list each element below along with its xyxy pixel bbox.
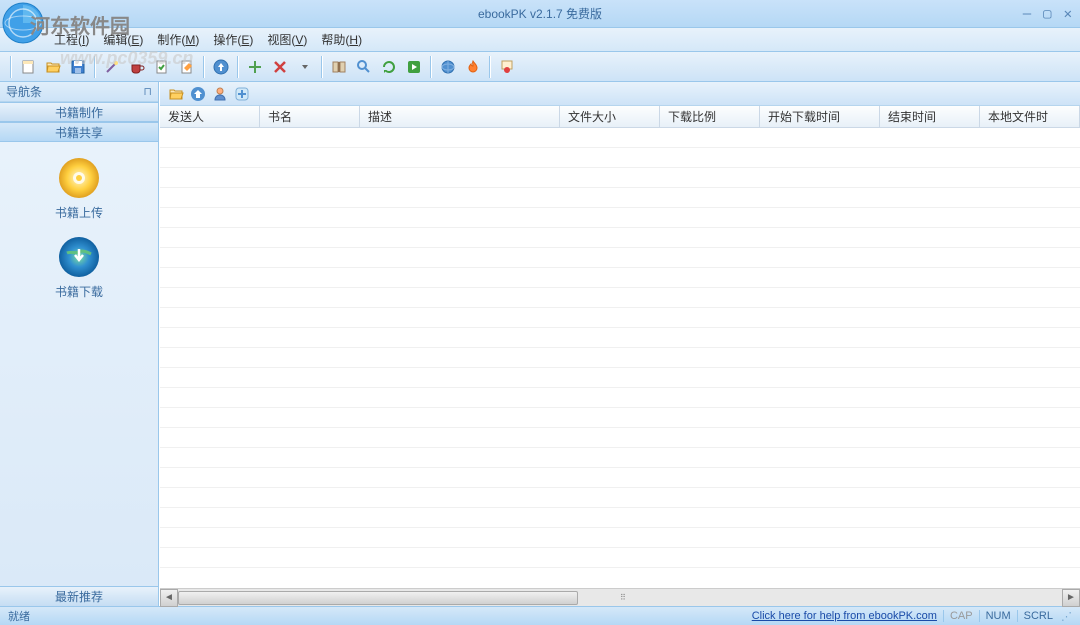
table-row xyxy=(160,248,1080,268)
toolbar xyxy=(0,52,1080,82)
window-title: ebookPK v2.1.7 免费版 xyxy=(478,5,602,22)
add-button[interactable] xyxy=(244,56,266,78)
column-header[interactable]: 本地文件时 xyxy=(980,106,1080,127)
play-button[interactable] xyxy=(403,56,425,78)
sidebar-tab-share[interactable]: 书籍共享 xyxy=(0,122,158,142)
menu-编辑[interactable]: 编辑(E) xyxy=(97,29,149,50)
certificate-button[interactable] xyxy=(496,56,518,78)
table-row xyxy=(160,428,1080,448)
save-button[interactable] xyxy=(67,56,89,78)
add-small-button[interactable] xyxy=(232,84,252,104)
column-header[interactable]: 描述 xyxy=(360,106,560,127)
sidebar-tab-create[interactable]: 书籍制作 xyxy=(0,102,158,122)
horizontal-scrollbar[interactable]: ◄ ⠿ ► xyxy=(160,588,1080,606)
dropdown-arrow[interactable] xyxy=(294,56,316,78)
folder-open-button[interactable] xyxy=(166,84,186,104)
table-row xyxy=(160,468,1080,488)
pin-icon[interactable]: ⊓ xyxy=(143,85,152,98)
sidebar-item-label: 书籍上传 xyxy=(55,204,103,221)
open-button[interactable] xyxy=(42,56,64,78)
help-link[interactable]: Click here for help from ebookPK.com xyxy=(752,610,937,622)
scrl-indicator: SCRL xyxy=(1017,610,1053,622)
home-button[interactable] xyxy=(188,84,208,104)
up-button[interactable] xyxy=(210,56,232,78)
resize-grip-icon: ⋰ xyxy=(1061,610,1072,623)
table-row xyxy=(160,228,1080,248)
book-button[interactable] xyxy=(328,56,350,78)
statusbar: 就绪 Click here for help from ebookPK.com … xyxy=(0,606,1080,625)
column-header[interactable]: 下载比例 xyxy=(660,106,760,127)
menu-视图[interactable]: 视图(V) xyxy=(261,29,313,50)
table-row xyxy=(160,148,1080,168)
table-row xyxy=(160,308,1080,328)
delete-button[interactable] xyxy=(269,56,291,78)
menubar: 工程(I)编辑(E)制作(M)操作(E)视图(V)帮助(H) xyxy=(0,28,1080,52)
table-row xyxy=(160,348,1080,368)
column-header[interactable]: 文件大小 xyxy=(560,106,660,127)
sidebar: 导航条 ⊓ 书籍制作 书籍共享 书籍上传 书籍下载 最新推荐 xyxy=(0,82,159,606)
scroll-left-button[interactable]: ◄ xyxy=(160,589,178,607)
menu-工程[interactable]: 工程(I) xyxy=(48,29,95,50)
table-row xyxy=(160,408,1080,428)
table-row xyxy=(160,328,1080,348)
table-row xyxy=(160,448,1080,468)
status-text: 就绪 xyxy=(8,608,30,624)
table-row xyxy=(160,508,1080,528)
menu-操作[interactable]: 操作(E) xyxy=(207,29,259,50)
sidebar-item-label: 书籍下载 xyxy=(55,283,103,300)
sidebar-item-download[interactable]: 书籍下载 xyxy=(51,231,107,304)
table-row xyxy=(160,168,1080,188)
watermark-logo xyxy=(2,2,44,44)
doc-check-button[interactable] xyxy=(151,56,173,78)
person-button[interactable] xyxy=(210,84,230,104)
table-row xyxy=(160,288,1080,308)
menu-帮助[interactable]: 帮助(H) xyxy=(315,29,368,50)
search-button[interactable] xyxy=(353,56,375,78)
coffee-button[interactable] xyxy=(126,56,148,78)
menu-制作[interactable]: 制作(M) xyxy=(151,29,205,50)
sidebar-header: 导航条 ⊓ xyxy=(0,82,158,102)
sidebar-title: 导航条 xyxy=(6,83,42,100)
minimize-button[interactable]: — xyxy=(1023,6,1031,22)
maximize-button[interactable]: ▢ xyxy=(1043,6,1051,22)
content-area: 发送人书名描述文件大小下载比例开始下载时间结束时间本地文件时 ◄ ⠿ ► xyxy=(159,82,1080,606)
table-row xyxy=(160,528,1080,548)
globe-down-icon xyxy=(57,235,101,279)
table-header: 发送人书名描述文件大小下载比例开始下载时间结束时间本地文件时 xyxy=(160,106,1080,128)
titlebar: ebookPK v2.1.7 免费版 — ▢ ✕ xyxy=(0,0,1080,28)
doc-edit-button[interactable] xyxy=(176,56,198,78)
new-button[interactable] xyxy=(17,56,39,78)
scroll-thumb[interactable] xyxy=(178,591,578,605)
column-header[interactable]: 开始下载时间 xyxy=(760,106,880,127)
table-row xyxy=(160,128,1080,148)
disc-gold-icon xyxy=(57,156,101,200)
table-row xyxy=(160,548,1080,568)
close-button[interactable]: ✕ xyxy=(1064,6,1072,22)
sidebar-tab-recommend[interactable]: 最新推荐 xyxy=(0,586,158,606)
table-row xyxy=(160,188,1080,208)
scroll-right-button[interactable]: ► xyxy=(1062,589,1080,607)
fire-button[interactable] xyxy=(462,56,484,78)
cap-indicator: CAP xyxy=(943,610,973,622)
scroll-grip-icon: ⠿ xyxy=(620,593,640,603)
sidebar-item-upload[interactable]: 书籍上传 xyxy=(51,152,107,225)
globe-button[interactable] xyxy=(437,56,459,78)
column-header[interactable]: 发送人 xyxy=(160,106,260,127)
table-row xyxy=(160,268,1080,288)
table-row xyxy=(160,488,1080,508)
table-row xyxy=(160,388,1080,408)
column-header[interactable]: 书名 xyxy=(260,106,360,127)
refresh-button[interactable] xyxy=(378,56,400,78)
num-indicator: NUM xyxy=(979,610,1011,622)
table-row xyxy=(160,208,1080,228)
table-row xyxy=(160,368,1080,388)
wand-button[interactable] xyxy=(101,56,123,78)
column-header[interactable]: 结束时间 xyxy=(880,106,980,127)
table-body xyxy=(160,128,1080,588)
content-toolbar xyxy=(160,82,1080,106)
